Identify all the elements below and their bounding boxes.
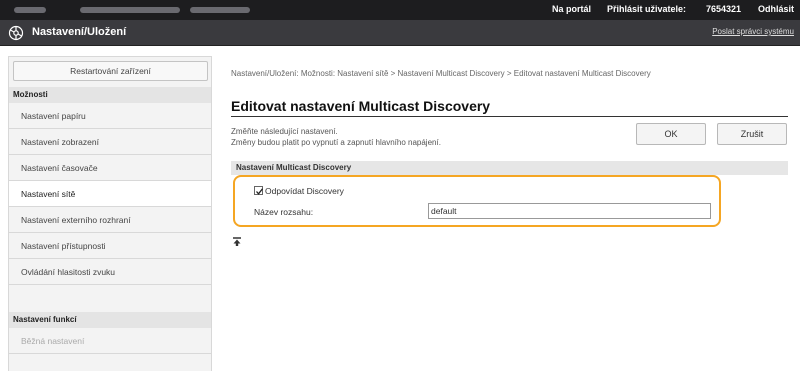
highlight-frame xyxy=(233,175,721,227)
cancel-button[interactable]: Zrušit xyxy=(717,123,787,145)
arrow-to-top-icon[interactable] xyxy=(232,237,242,247)
blurred-text xyxy=(14,7,46,13)
section-heading: Nastavení Multicast Discovery xyxy=(231,161,788,175)
top-bar: Na portál Přihlásit uživatele: 7654321 O… xyxy=(0,0,800,20)
description-line: Změny budou platit po vypnutí a zapnutí … xyxy=(231,138,441,147)
user-id: 7654321 xyxy=(706,4,742,14)
login-user-label: Přihlásit uživatele: xyxy=(607,4,687,14)
sidebar-item-paper[interactable]: Nastavení papíru xyxy=(9,103,211,129)
app-title: Nastavení/Uložení xyxy=(32,26,127,38)
sidebar: Restartování zařízení Možnosti Nastavení… xyxy=(8,56,212,371)
logout-link[interactable]: Odhlásit xyxy=(758,4,794,14)
title-bar: Nastavení/Uložení Poslat správci systému xyxy=(0,20,800,46)
description-line: Změňte následující nastavení. xyxy=(231,127,338,136)
page-title: Editovat nastavení Multicast Discovery xyxy=(231,98,491,114)
ok-button[interactable]: OK xyxy=(636,123,706,145)
sidebar-item-display[interactable]: Nastavení zobrazení xyxy=(9,129,211,155)
portal-link[interactable]: Na portál xyxy=(552,4,591,14)
sidebar-section-functions: Nastavení funkcí xyxy=(9,312,211,328)
checkmark-icon xyxy=(256,188,264,195)
scope-name-input[interactable] xyxy=(428,203,711,219)
blurred-text xyxy=(190,7,250,13)
blurred-text xyxy=(80,7,180,13)
sidebar-item-external-interface[interactable]: Nastavení externího rozhraní xyxy=(9,207,211,233)
title-divider xyxy=(231,116,788,117)
respond-discovery-checkbox[interactable] xyxy=(254,186,264,195)
sidebar-item-common[interactable]: Běžná nastavení xyxy=(9,328,211,354)
restart-device-button[interactable]: Restartování zařízení xyxy=(13,61,208,81)
respond-discovery-label: Odpovídat Discovery xyxy=(265,186,344,196)
send-to-admin-link[interactable]: Poslat správci systému xyxy=(712,27,794,36)
sidebar-section-options: Možnosti xyxy=(9,87,211,103)
scope-name-label: Název rozsahu: xyxy=(254,207,314,217)
sidebar-item-network[interactable]: Nastavení sítě xyxy=(9,181,211,207)
sidebar-item-accessibility[interactable]: Nastavení přístupnosti xyxy=(9,233,211,259)
page-description: Změňte následující nastavení. Změny budo… xyxy=(231,126,441,148)
breadcrumb: Nastavení/Uložení: Možnosti: Nastavení s… xyxy=(231,69,651,78)
sidebar-item-volume[interactable]: Ovládání hlasitosti zvuku xyxy=(9,259,211,285)
sidebar-item-timer[interactable]: Nastavení časovače xyxy=(9,155,211,181)
gear-icon xyxy=(8,25,24,41)
